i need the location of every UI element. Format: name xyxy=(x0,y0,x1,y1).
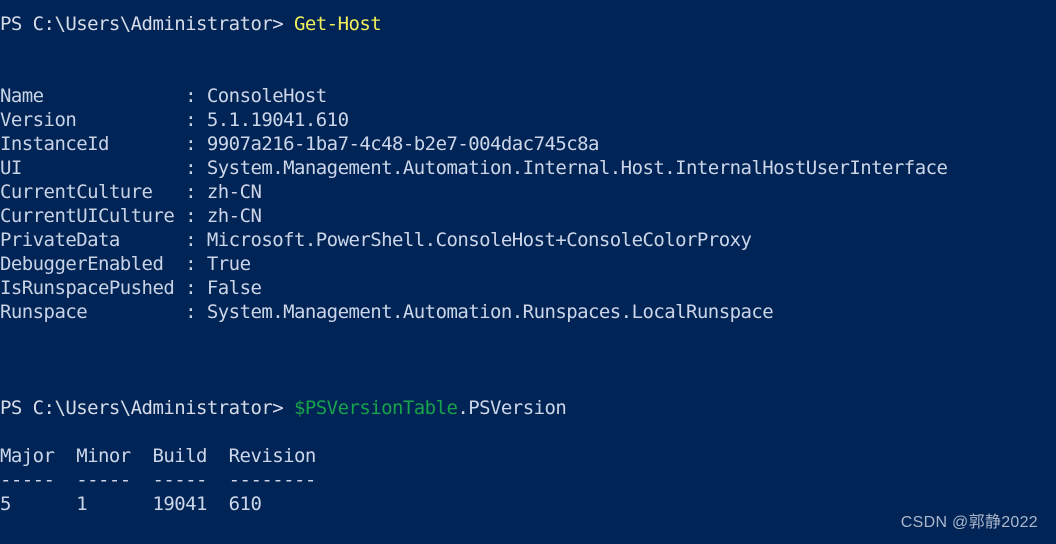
property-name: Name xyxy=(0,85,175,107)
property-value: Microsoft.PowerShell.ConsoleHost+Console… xyxy=(206,229,752,251)
variable-psversiontable: $PSVersionTable xyxy=(294,397,458,419)
property-value: 5.1.19041.610 xyxy=(206,109,349,131)
property-colon: : xyxy=(174,133,207,155)
command-line-psversiontable: PS C:\Users\Administrator> $PSVersionTab… xyxy=(0,396,1056,420)
command-line-get-host: PS C:\Users\Administrator> Get-Host xyxy=(0,12,1056,36)
property-name: Version xyxy=(0,109,175,131)
property-name: DebuggerEnabled xyxy=(0,253,175,275)
prompt-path: PS C:\Users\Administrator> xyxy=(0,13,295,35)
csdn-watermark: CSDN @郭静2022 xyxy=(900,514,1038,531)
property-colon: : xyxy=(174,229,207,251)
powershell-console-window[interactable]: PS C:\Users\Administrator> Get-Host Name… xyxy=(0,0,1056,544)
property-colon: : xyxy=(174,301,207,323)
property-colon: : xyxy=(174,157,207,179)
property-row: Runspace : System.Management.Automation.… xyxy=(0,300,1056,324)
property-colon: : xyxy=(174,85,207,107)
table-header-row: Major Minor Build Revision xyxy=(0,445,316,467)
table-separator-row: ----- ----- ----- -------- xyxy=(0,469,316,491)
member-accessor-psversion: .PSVersion xyxy=(457,397,567,419)
property-value: True xyxy=(206,253,251,275)
property-row: PrivateData : Microsoft.PowerShell.Conso… xyxy=(0,228,1056,252)
property-name: IsRunspacePushed xyxy=(0,277,175,299)
prompt-path: PS C:\Users\Administrator> xyxy=(0,397,295,419)
property-value: zh-CN xyxy=(206,181,262,203)
property-value: 9907a216-1ba7-4c48-b2e7-004dac745c8a xyxy=(206,133,600,155)
property-name: PrivateData xyxy=(0,229,175,251)
property-row: InstanceId : 9907a216-1ba7-4c48-b2e7-004… xyxy=(0,132,1056,156)
property-value: zh-CN xyxy=(206,205,262,227)
property-name: CurrentCulture xyxy=(0,181,175,203)
command-text-get-host: Get-Host xyxy=(294,13,382,35)
property-colon: : xyxy=(174,205,207,227)
property-name: Runspace xyxy=(0,301,175,323)
property-row: Version : 5.1.19041.610 xyxy=(0,108,1056,132)
property-name: InstanceId xyxy=(0,133,175,155)
property-row: DebuggerEnabled : True xyxy=(0,252,1056,276)
property-row: CurrentUICulture : zh-CN xyxy=(0,204,1056,228)
property-name: UI xyxy=(0,157,175,179)
property-row: CurrentCulture : zh-CN xyxy=(0,180,1056,204)
property-row: UI : System.Management.Automation.Intern… xyxy=(0,156,1056,180)
property-colon: : xyxy=(174,109,207,131)
property-colon: : xyxy=(174,277,207,299)
property-value: System.Management.Automation.Runspaces.L… xyxy=(206,301,774,323)
property-row: Name : ConsoleHost xyxy=(0,84,1056,108)
get-host-output-block: Name : ConsoleHost Version : 5.1.19041.6… xyxy=(0,84,1056,324)
property-colon: : xyxy=(174,253,207,275)
property-name: CurrentUICulture xyxy=(0,205,175,227)
table-row: 5 1 19041 610 xyxy=(0,493,262,515)
property-value: False xyxy=(206,277,262,299)
psversion-table: Major Minor Build Revision ----- ----- -… xyxy=(0,444,1056,516)
property-colon: : xyxy=(174,181,207,203)
property-value: System.Management.Automation.Internal.Ho… xyxy=(206,157,948,179)
property-row: IsRunspacePushed : False xyxy=(0,276,1056,300)
top-spacer xyxy=(0,0,1056,12)
property-value: ConsoleHost xyxy=(206,85,327,107)
